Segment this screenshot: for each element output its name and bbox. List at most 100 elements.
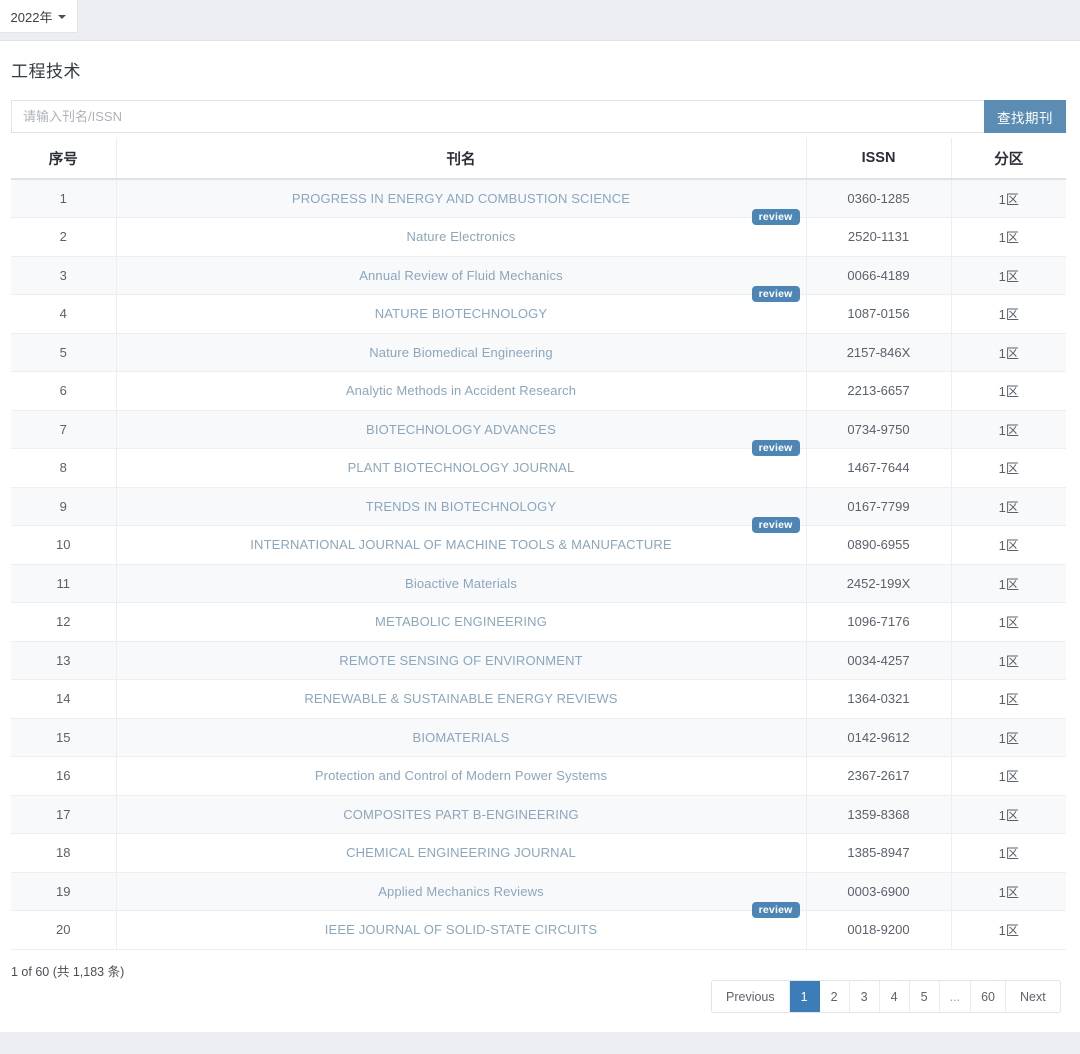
table-row: 6Analytic Methods in Accident Research22…: [11, 372, 1066, 411]
table-row: 16 Protection and Control of Modern Power…: [11, 757, 1066, 796]
table-row: 1 PROGRESS IN ENERGY AND COMBUSTION SCIEN…: [11, 179, 1066, 218]
cell-issn: 0734-9750: [806, 410, 951, 449]
pagination-page-5[interactable]: 5: [910, 981, 940, 1012]
journal-link[interactable]: Nature Biomedical Engineering: [369, 345, 553, 360]
journal-link[interactable]: TRENDS IN BIOTECHNOLOGY: [366, 499, 557, 514]
pagination-page-60[interactable]: 60: [971, 981, 1006, 1012]
column-header-name: 刊名: [116, 138, 806, 179]
cell-issn: 1364-0321: [806, 680, 951, 719]
cell-issn: 0018-9200: [806, 911, 951, 950]
review-badge: review: [752, 209, 800, 226]
cell-issn: 0003-6900: [806, 872, 951, 911]
year-dropdown[interactable]: 2022年: [0, 0, 78, 33]
cell-index: 1: [11, 179, 116, 218]
journal-link[interactable]: COMPOSITES PART B-ENGINEERING: [343, 807, 579, 822]
cell-zone: 1区: [951, 911, 1066, 950]
table-row: 3Annual Review of Fluid Mechanicsreview0…: [11, 256, 1066, 295]
page-title: 工程技术: [11, 57, 81, 82]
cell-index: 12: [11, 603, 116, 642]
cell-zone: 1区: [951, 718, 1066, 757]
journal-link[interactable]: Annual Review of Fluid Mechanics: [359, 268, 563, 283]
cell-index: 16: [11, 757, 116, 796]
journal-link[interactable]: PLANT BIOTECHNOLOGY JOURNAL: [348, 460, 575, 475]
column-header-zone: 分区: [951, 138, 1066, 179]
cell-journal-name: NATURE BIOTECHNOLOGY: [116, 295, 806, 334]
cell-journal-name: INTERNATIONAL JOURNAL OF MACHINE TOOLS &…: [116, 526, 806, 565]
journal-link[interactable]: METABOLIC ENGINEERING: [375, 614, 547, 629]
table-row: 20 IEEE JOURNAL OF SOLID-STATE CIRCUITS 00…: [11, 911, 1066, 950]
journal-link[interactable]: PROGRESS IN ENERGY AND COMBUSTION SCIENC…: [292, 191, 630, 206]
cell-index: 13: [11, 641, 116, 680]
cell-issn: 2452-199X: [806, 564, 951, 603]
journal-link[interactable]: BIOMATERIALS: [413, 730, 510, 745]
journal-link[interactable]: Nature Electronics: [407, 229, 516, 244]
table-row: 8PLANT BIOTECHNOLOGY JOURNAL1467-76441区: [11, 449, 1066, 488]
pagination-page-4[interactable]: 4: [880, 981, 910, 1012]
journal-table: 序号 刊名 ISSN 分区 1 PROGRESS IN ENERGY AND CO…: [11, 138, 1066, 950]
cell-issn: 0142-9612: [806, 718, 951, 757]
cell-zone: 1区: [951, 603, 1066, 642]
cell-issn: 1087-0156: [806, 295, 951, 334]
cell-journal-name: METABOLIC ENGINEERING: [116, 603, 806, 642]
review-badge: review: [752, 517, 800, 534]
cell-zone: 1区: [951, 564, 1066, 603]
journal-link[interactable]: Protection and Control of Modern Power S…: [315, 768, 607, 783]
cell-journal-name: IEEE JOURNAL OF SOLID-STATE CIRCUITS: [116, 911, 806, 950]
table-row: 9TRENDS IN BIOTECHNOLOGYreview0167-77991…: [11, 487, 1066, 526]
cell-journal-name: COMPOSITES PART B-ENGINEERING: [116, 795, 806, 834]
search-button[interactable]: 查找期刊: [984, 100, 1066, 133]
cell-issn: 0066-4189: [806, 256, 951, 295]
journal-link[interactable]: RENEWABLE & SUSTAINABLE ENERGY REVIEWS: [304, 691, 617, 706]
cell-journal-name: Nature Electronics: [116, 218, 806, 257]
table-row: 14RENEWABLE & SUSTAINABLE ENERGY REVIEWS…: [11, 680, 1066, 719]
cell-zone: 1区: [951, 179, 1066, 218]
cell-issn: 0034-4257: [806, 641, 951, 680]
cell-journal-name: TRENDS IN BIOTECHNOLOGYreview: [116, 487, 806, 526]
journal-link[interactable]: NATURE BIOTECHNOLOGY: [375, 306, 548, 321]
chevron-down-icon: [58, 15, 66, 19]
journal-link[interactable]: IEEE JOURNAL OF SOLID-STATE CIRCUITS: [325, 922, 597, 937]
pagination-next[interactable]: Next: [1006, 981, 1060, 1012]
cell-index: 20: [11, 911, 116, 950]
search-bar: 查找期刊: [11, 100, 1066, 133]
search-input[interactable]: [11, 100, 984, 133]
journal-link[interactable]: Applied Mechanics Reviews: [378, 884, 544, 899]
table-row: 18CHEMICAL ENGINEERING JOURNAL1385-89471…: [11, 834, 1066, 873]
cell-issn: 1467-7644: [806, 449, 951, 488]
cell-zone: 1区: [951, 372, 1066, 411]
table-row: 11Bioactive Materials2452-199X1区: [11, 564, 1066, 603]
journal-link[interactable]: Analytic Methods in Accident Research: [346, 383, 576, 398]
table-row: 13 REMOTE SENSING OF ENVIRONMENT 0034-4257…: [11, 641, 1066, 680]
table-row: 4NATURE BIOTECHNOLOGY1087-01561区: [11, 295, 1066, 334]
pagination-page-1[interactable]: 1: [790, 981, 820, 1012]
cell-issn: 2213-6657: [806, 372, 951, 411]
journal-link[interactable]: REMOTE SENSING OF ENVIRONMENT: [339, 653, 582, 668]
table-row: 2Nature Electronics2520-11311区: [11, 218, 1066, 257]
journal-link[interactable]: Bioactive Materials: [405, 576, 517, 591]
table-row: 12METABOLIC ENGINEERING1096-71761区: [11, 603, 1066, 642]
cell-zone: 1区: [951, 757, 1066, 796]
cell-issn: 2520-1131: [806, 218, 951, 257]
journal-link[interactable]: INTERNATIONAL JOURNAL OF MACHINE TOOLS &…: [250, 537, 671, 552]
main-card: 工程技术 查找期刊 序号 刊名 ISSN 分区 1 PROGRESS IN ENE…: [0, 40, 1080, 1032]
pagination-page-2[interactable]: 2: [820, 981, 850, 1012]
cell-index: 10: [11, 526, 116, 565]
cell-issn: 0360-1285: [806, 179, 951, 218]
cell-zone: 1区: [951, 449, 1066, 488]
journal-link[interactable]: BIOTECHNOLOGY ADVANCES: [366, 422, 556, 437]
cell-journal-name: Applied Mechanics Reviewsreview: [116, 872, 806, 911]
cell-issn: 1359-8368: [806, 795, 951, 834]
cell-journal-name: Nature Biomedical Engineering: [116, 333, 806, 372]
cell-journal-name: BIOTECHNOLOGY ADVANCESreview: [116, 410, 806, 449]
pagination-page-3[interactable]: 3: [850, 981, 880, 1012]
page-background-bottom: [0, 1032, 1080, 1054]
pagination-previous[interactable]: Previous: [712, 981, 790, 1012]
cell-zone: 1区: [951, 218, 1066, 257]
table-header: 序号 刊名 ISSN 分区: [11, 138, 1066, 179]
review-badge: review: [752, 902, 800, 919]
result-count: 1 of 60 (共 1,183 条): [11, 961, 124, 980]
review-badge: review: [752, 440, 800, 457]
journal-link[interactable]: CHEMICAL ENGINEERING JOURNAL: [346, 845, 576, 860]
table-row: 15BIOMATERIALS0142-96121区: [11, 718, 1066, 757]
table-row: 5Nature Biomedical Engineering2157-846X1…: [11, 333, 1066, 372]
